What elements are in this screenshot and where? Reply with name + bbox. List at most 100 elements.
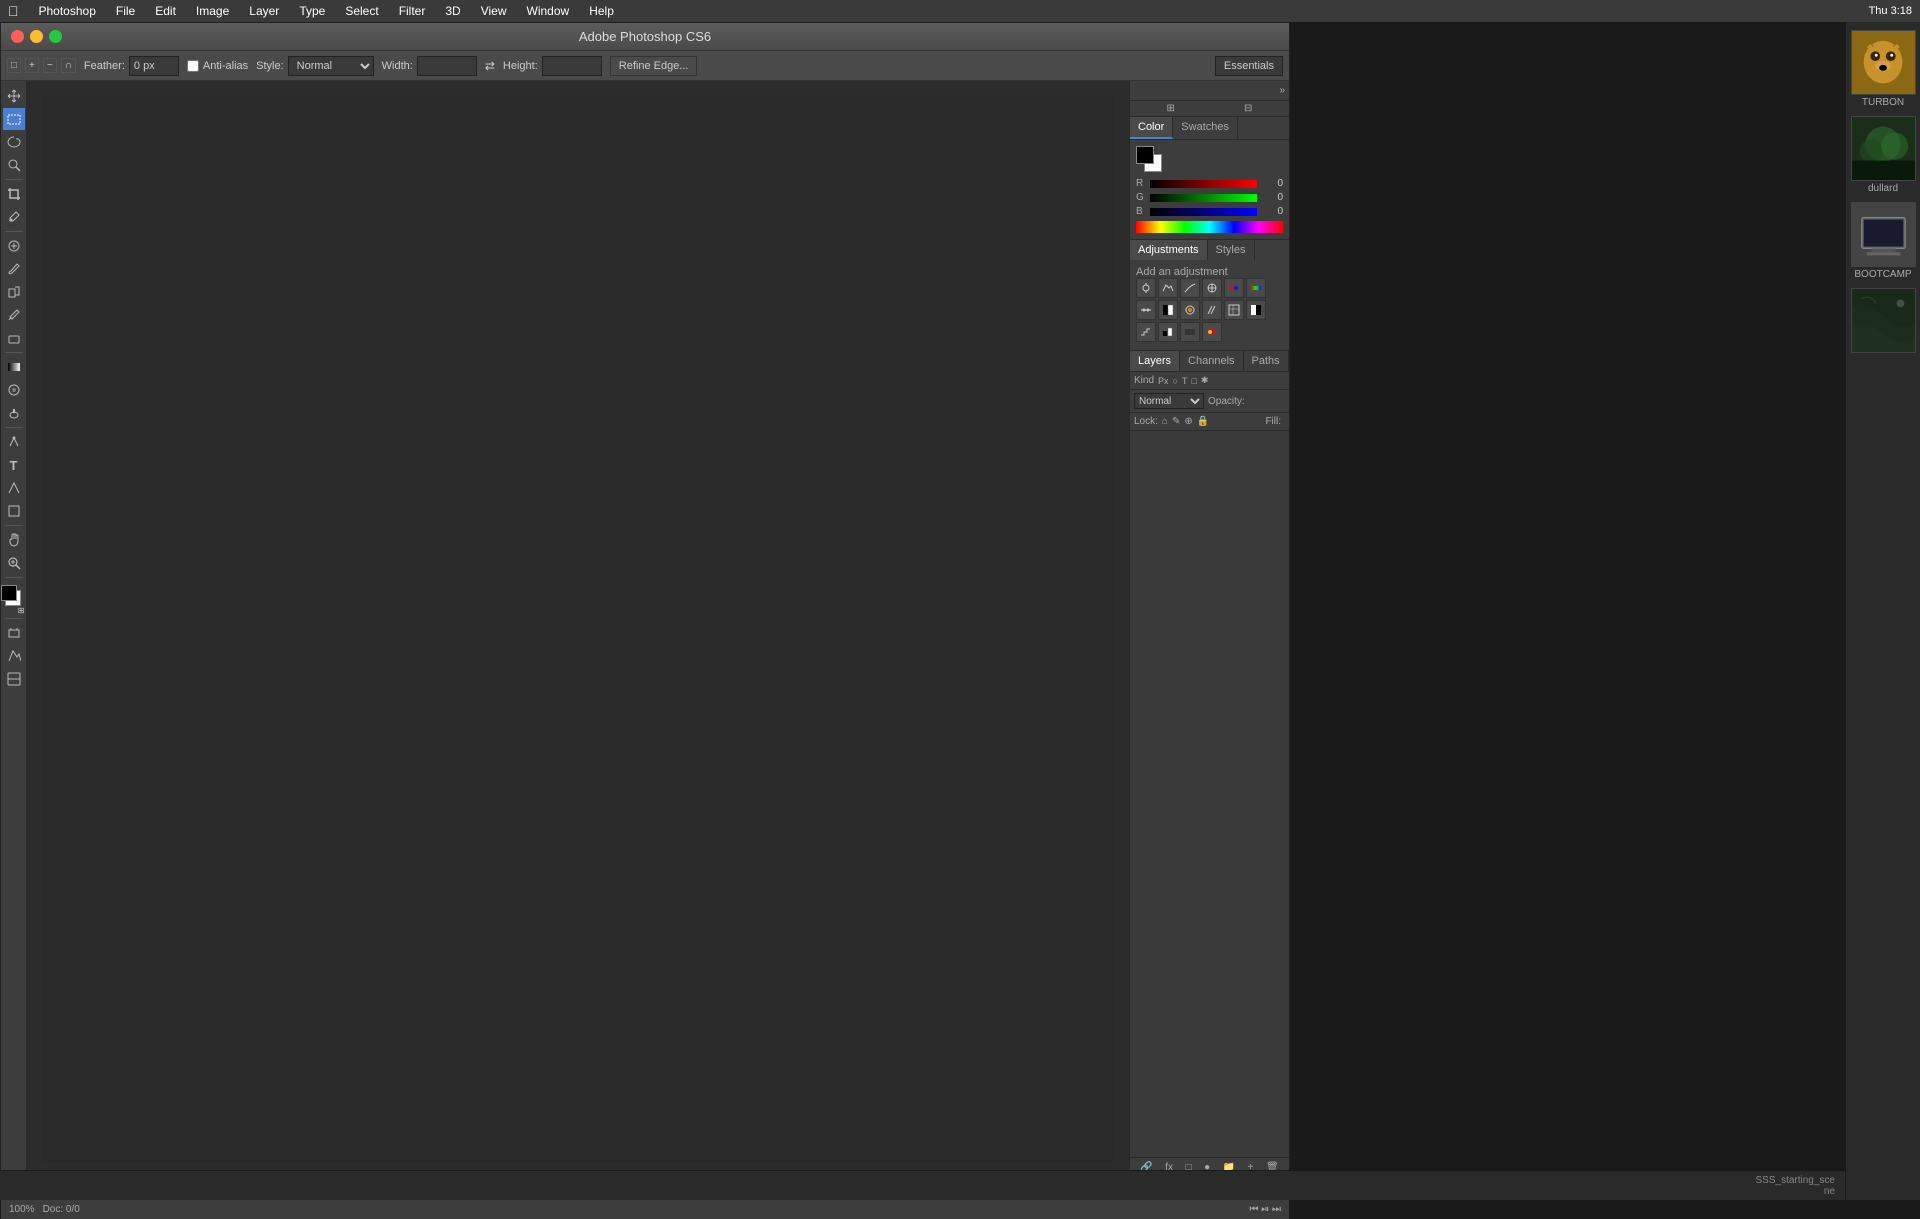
collapse-panels-btn[interactable]: » bbox=[1279, 85, 1285, 96]
blur-tool-btn[interactable] bbox=[3, 379, 25, 401]
refine-edge-button[interactable]: Refine Edge... bbox=[610, 56, 698, 76]
swap-dimensions-icon[interactable]: ⇄ bbox=[485, 59, 495, 73]
history-brush-tool-btn[interactable] bbox=[3, 304, 25, 326]
extra-tool-1[interactable] bbox=[3, 622, 25, 644]
turbon-thumbnail[interactable]: TURBON bbox=[1851, 30, 1916, 108]
lock-position-btn[interactable]: ⊕ bbox=[1184, 416, 1192, 427]
menu-help[interactable]: Help bbox=[585, 4, 618, 18]
maximize-button[interactable] bbox=[49, 30, 62, 43]
apple-menu[interactable]:  bbox=[8, 3, 19, 19]
style-select[interactable]: Normal Fixed Ratio Fixed Size bbox=[288, 56, 374, 76]
color-spectrum-strip[interactable] bbox=[1136, 221, 1283, 233]
adj-channelmix-btn[interactable] bbox=[1202, 300, 1222, 320]
dodge-tool-btn[interactable] bbox=[3, 402, 25, 424]
lasso-tool-btn[interactable] bbox=[3, 131, 25, 153]
adj-colorbalance-btn[interactable] bbox=[1136, 300, 1156, 320]
brush-tool-btn[interactable] bbox=[3, 258, 25, 280]
menu-file[interactable]: File bbox=[112, 4, 139, 18]
adj-hsl-btn[interactable] bbox=[1246, 278, 1266, 298]
intersect-selection-btn[interactable]: ∩ bbox=[61, 58, 76, 73]
subtract-selection-btn[interactable]: − bbox=[43, 58, 57, 73]
blend-mode-select[interactable]: Normal Multiply Screen Overlay bbox=[1134, 393, 1204, 409]
menu-edit[interactable]: Edit bbox=[151, 4, 180, 18]
extra-tool-3[interactable] bbox=[3, 668, 25, 690]
adj-gradmap-btn[interactable] bbox=[1180, 322, 1200, 342]
bootcamp-thumbnail[interactable]: BOOTCAMP bbox=[1851, 202, 1916, 280]
fg-color-box[interactable] bbox=[1136, 146, 1154, 164]
kind-icon-adj[interactable]: ○ bbox=[1173, 376, 1178, 386]
marquee-tool-btn[interactable] bbox=[3, 108, 25, 130]
eyedropper-tool-btn[interactable] bbox=[3, 206, 25, 228]
dullard-thumbnail[interactable]: dullard bbox=[1851, 116, 1916, 194]
lock-px-btn[interactable]: ⌂ bbox=[1162, 416, 1168, 427]
panel-icon-2[interactable]: ⊟ bbox=[1244, 103, 1252, 114]
eraser-tool-btn[interactable] bbox=[3, 327, 25, 349]
extra-tool-2[interactable] bbox=[3, 645, 25, 667]
kind-icon-shape[interactable]: □ bbox=[1191, 376, 1196, 386]
lock-all-btn[interactable]: 🔒 bbox=[1197, 416, 1209, 427]
new-selection-btn[interactable]: □ bbox=[7, 58, 21, 73]
spot-heal-tool-btn[interactable] bbox=[3, 235, 25, 257]
height-input[interactable] bbox=[542, 56, 602, 76]
menu-window[interactable]: Window bbox=[523, 4, 574, 18]
hand-tool-btn[interactable] bbox=[3, 529, 25, 551]
adj-brightness-btn[interactable] bbox=[1136, 278, 1156, 298]
adj-selectcolor-btn[interactable] bbox=[1202, 322, 1222, 342]
close-button[interactable] bbox=[11, 30, 24, 43]
r-slider[interactable] bbox=[1150, 180, 1257, 188]
feather-input[interactable] bbox=[129, 56, 179, 76]
gradient-tool-btn[interactable] bbox=[3, 356, 25, 378]
color-tab[interactable]: Color bbox=[1130, 117, 1173, 139]
menu-layer[interactable]: Layer bbox=[245, 4, 283, 18]
adj-photofilter-btn[interactable] bbox=[1180, 300, 1200, 320]
text-tool-btn[interactable]: T bbox=[3, 454, 25, 476]
lock-brush-btn[interactable]: ✎ bbox=[1172, 416, 1180, 427]
kind-icon-smart[interactable]: ✱ bbox=[1201, 375, 1209, 386]
width-input[interactable] bbox=[417, 56, 477, 76]
b-slider[interactable] bbox=[1150, 208, 1257, 216]
adj-exposure-btn[interactable] bbox=[1202, 278, 1222, 298]
default-colors-icon[interactable]: ⊞ bbox=[18, 606, 25, 615]
satellite-thumbnail[interactable] bbox=[1851, 288, 1916, 355]
g-slider[interactable] bbox=[1150, 194, 1257, 202]
adj-bw-btn[interactable] bbox=[1158, 300, 1178, 320]
zoom-tool-btn[interactable] bbox=[3, 552, 25, 574]
adj-invert-btn[interactable] bbox=[1246, 300, 1266, 320]
paths-tab[interactable]: Paths bbox=[1244, 351, 1289, 371]
layers-list[interactable] bbox=[1130, 431, 1289, 1157]
menu-select[interactable]: Select bbox=[341, 4, 382, 18]
add-selection-btn[interactable]: + bbox=[25, 58, 39, 73]
main-canvas[interactable] bbox=[42, 96, 1114, 1162]
canvas-area[interactable] bbox=[27, 81, 1129, 1177]
adj-vibrance-btn[interactable] bbox=[1224, 278, 1244, 298]
menu-type[interactable]: Type bbox=[295, 4, 329, 18]
pen-tool-btn[interactable] bbox=[3, 431, 25, 453]
clone-tool-btn[interactable] bbox=[3, 281, 25, 303]
layers-tab[interactable]: Layers bbox=[1130, 351, 1180, 371]
kind-icon-px[interactable]: Px bbox=[1158, 376, 1169, 386]
quick-select-tool-btn[interactable] bbox=[3, 154, 25, 176]
menu-image[interactable]: Image bbox=[192, 4, 233, 18]
foreground-color-swatch[interactable] bbox=[1, 585, 17, 601]
adj-threshold-btn[interactable] bbox=[1158, 322, 1178, 342]
panel-icon-1[interactable]: ⊞ bbox=[1167, 103, 1175, 114]
adj-levels-btn[interactable] bbox=[1158, 278, 1178, 298]
menu-filter[interactable]: Filter bbox=[395, 4, 430, 18]
menu-view[interactable]: View bbox=[477, 4, 511, 18]
menu-3d[interactable]: 3D bbox=[441, 4, 464, 18]
menu-photoshop[interactable]: Photoshop bbox=[35, 4, 100, 18]
kind-icon-type[interactable]: T bbox=[1182, 376, 1188, 386]
path-select-tool-btn[interactable] bbox=[3, 477, 25, 499]
adj-curves-btn[interactable] bbox=[1180, 278, 1200, 298]
adj-colorlookup-btn[interactable] bbox=[1224, 300, 1244, 320]
adjustments-tab[interactable]: Adjustments bbox=[1130, 240, 1208, 260]
crop-tool-btn[interactable] bbox=[3, 183, 25, 205]
adj-posterize-btn[interactable] bbox=[1136, 322, 1156, 342]
channels-tab[interactable]: Channels bbox=[1180, 351, 1243, 371]
minimize-button[interactable] bbox=[30, 30, 43, 43]
essentials-button[interactable]: Essentials bbox=[1215, 56, 1283, 76]
move-tool-btn[interactable] bbox=[3, 85, 25, 107]
anti-alias-checkbox[interactable] bbox=[187, 60, 199, 72]
swatches-tab[interactable]: Swatches bbox=[1173, 117, 1238, 139]
styles-tab[interactable]: Styles bbox=[1208, 240, 1255, 260]
